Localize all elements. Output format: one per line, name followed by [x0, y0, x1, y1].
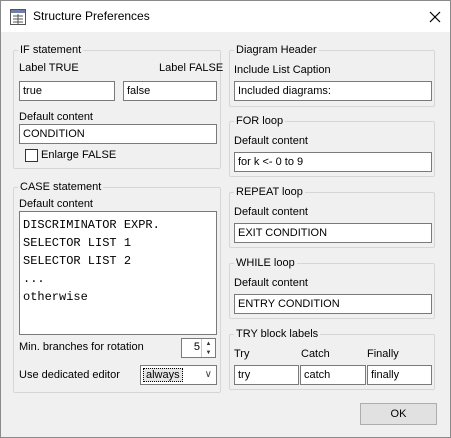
- finally-label: Finally: [367, 348, 399, 360]
- repeat-default-content-input[interactable]: EXIT CONDITION: [234, 223, 432, 243]
- case-line: SELECTOR LIST 2: [23, 254, 132, 268]
- preferences-dialog: Structure Preferences IF statement Label…: [0, 0, 451, 438]
- dedicated-editor-label: Use dedicated editor: [19, 369, 120, 381]
- spinner-arrows: ▲ ▼: [201, 339, 215, 357]
- list-caption-label: Include List Caption: [234, 64, 331, 76]
- case-line: otherwise: [23, 290, 88, 304]
- spin-down-icon[interactable]: ▼: [202, 348, 215, 357]
- if-default-content-input[interactable]: CONDITION: [19, 124, 217, 144]
- list-caption-input[interactable]: Included diagrams:: [234, 81, 432, 101]
- case-line: DISCRIMINATOR EXPR.: [23, 218, 160, 232]
- case-default-content-label: Default content: [19, 198, 93, 210]
- enlarge-false-checkbox[interactable]: [25, 149, 38, 162]
- if-default-content-label: Default content: [19, 111, 93, 123]
- min-branches-label: Min. branches for rotation: [19, 341, 144, 353]
- ok-button[interactable]: OK: [360, 403, 437, 425]
- try-input[interactable]: try: [234, 365, 299, 385]
- for-default-content-label: Default content: [234, 135, 308, 147]
- repeat-default-content-label: Default content: [234, 206, 308, 218]
- if-statement-legend: IF statement: [18, 44, 84, 56]
- min-branches-spinner[interactable]: 5 ▲ ▼: [181, 338, 216, 358]
- diagram-header-legend: Diagram Header: [234, 44, 319, 56]
- for-loop-legend: FOR loop: [234, 115, 286, 127]
- case-line: SELECTOR LIST 1: [23, 236, 132, 250]
- close-button[interactable]: [419, 1, 450, 32]
- chevron-down-icon: ∨: [204, 369, 212, 380]
- case-default-content-textarea[interactable]: DISCRIMINATOR EXPR. SELECTOR LIST 1 SELE…: [19, 211, 217, 335]
- while-loop-legend: WHILE loop: [234, 257, 297, 269]
- try-block-legend: TRY block labels: [234, 328, 321, 340]
- while-default-content-label: Default content: [234, 277, 308, 289]
- window-title: Structure Preferences: [33, 9, 150, 23]
- label-true-label: Label TRUE: [19, 62, 79, 74]
- spin-up-icon[interactable]: ▲: [202, 339, 215, 348]
- try-label: Try: [234, 348, 250, 360]
- for-default-content-input[interactable]: for k <- 0 to 9: [234, 152, 432, 172]
- finally-input[interactable]: finally: [367, 365, 432, 385]
- title-bar: Structure Preferences: [1, 1, 450, 32]
- label-false-input[interactable]: false: [123, 81, 217, 101]
- case-statement-legend: CASE statement: [18, 181, 104, 193]
- while-default-content-input[interactable]: ENTRY CONDITION: [234, 294, 432, 314]
- dedicated-editor-value: always: [143, 368, 183, 382]
- catch-input[interactable]: catch: [300, 365, 366, 385]
- label-true-input[interactable]: true: [19, 81, 115, 101]
- case-line: ...: [23, 272, 45, 286]
- min-branches-value: 5: [193, 341, 200, 353]
- dedicated-editor-select[interactable]: always ∨: [140, 365, 217, 385]
- label-false-label: Label FALSE: [159, 62, 224, 74]
- repeat-loop-legend: REPEAT loop: [234, 186, 305, 198]
- catch-label: Catch: [301, 348, 330, 360]
- app-icon: [10, 9, 26, 25]
- close-icon: [429, 11, 440, 22]
- enlarge-false-label: Enlarge FALSE: [41, 149, 117, 161]
